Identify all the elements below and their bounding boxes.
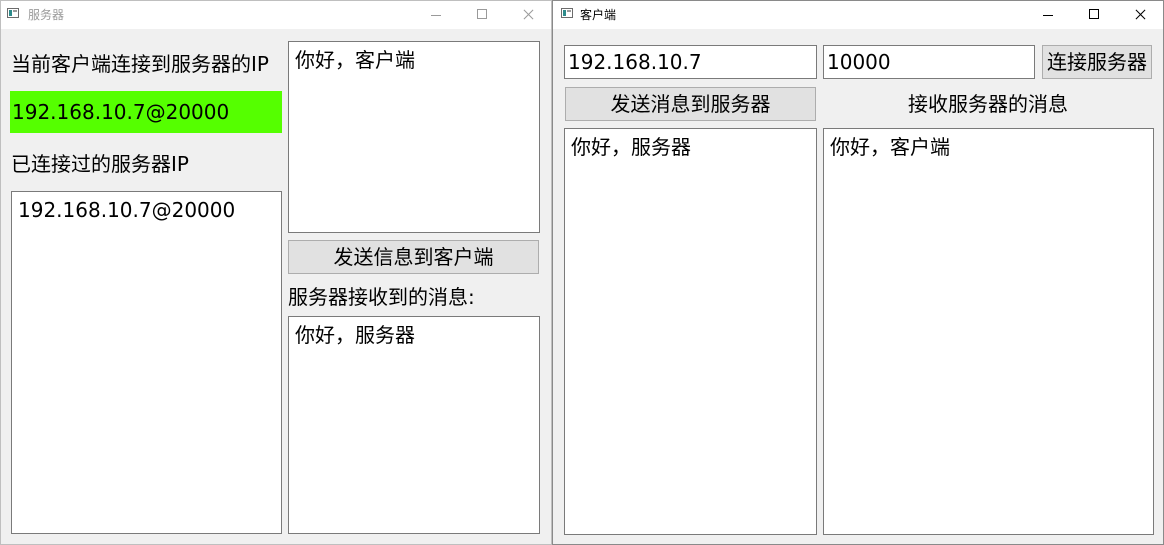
- current-client-value: 192.168.10.7@20000: [10, 91, 282, 133]
- current-client-label: 当前客户端连接到服务器的IP: [11, 52, 269, 76]
- app-window-icon: [561, 8, 573, 18]
- send-to-client-button[interactable]: 发送信息到客户端: [288, 240, 539, 274]
- server-received-label: 服务器接收到的消息:: [288, 285, 475, 309]
- minimize-icon[interactable]: [1025, 1, 1071, 29]
- maximize-icon[interactable]: [459, 1, 505, 29]
- client-received-label: 接收服务器的消息: [908, 92, 1068, 116]
- minimize-icon[interactable]: [413, 1, 459, 29]
- history-list-item[interactable]: 192.168.10.7@20000: [18, 197, 275, 223]
- client-received-textarea[interactable]: 你好，客户端: [823, 128, 1154, 535]
- client-window-title: 客户端: [580, 8, 617, 22]
- client-send-textarea[interactable]: 你好，服务器: [564, 128, 817, 535]
- server-port-input[interactable]: [823, 45, 1035, 79]
- close-icon[interactable]: [505, 1, 551, 29]
- server-titlebar[interactable]: 服务器: [1, 1, 551, 29]
- server-ip-input[interactable]: [564, 45, 817, 79]
- server-received-textarea[interactable]: 你好，服务器: [288, 316, 540, 534]
- history-list[interactable]: 192.168.10.7@20000: [11, 191, 282, 534]
- client-window: 客户端 连接服务器 发送消息到服务器 接收服务器的消息 你好，服务器 你好，客户…: [552, 0, 1164, 545]
- close-icon[interactable]: [1117, 1, 1163, 29]
- history-label: 已连接过的服务器IP: [11, 152, 189, 176]
- connect-server-button[interactable]: 连接服务器: [1042, 45, 1152, 79]
- app-window-icon: [7, 8, 19, 18]
- server-send-textarea[interactable]: 你好，客户端: [288, 41, 540, 233]
- server-window: 服务器 当前客户端连接到服务器的IP 192.168.10.7@20000 已连…: [0, 0, 552, 545]
- maximize-icon[interactable]: [1071, 1, 1117, 29]
- send-to-server-button[interactable]: 发送消息到服务器: [565, 87, 816, 121]
- server-window-title: 服务器: [28, 8, 65, 22]
- client-titlebar[interactable]: 客户端: [553, 1, 1163, 29]
